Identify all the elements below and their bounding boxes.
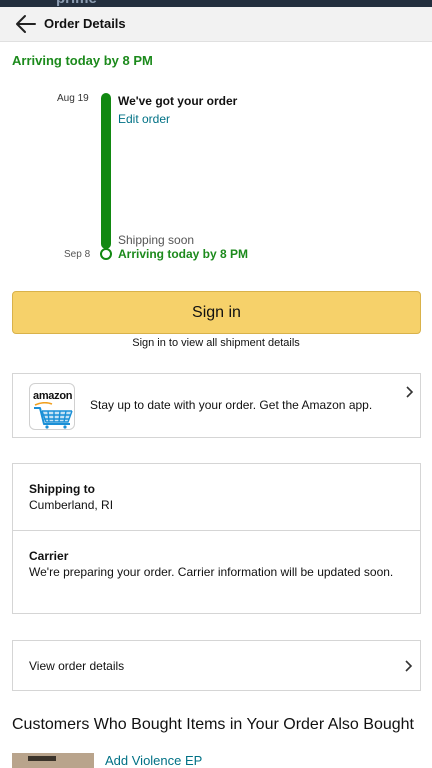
- shipping-to-value: Cumberland, RI: [29, 498, 114, 512]
- chevron-right-icon: [405, 385, 415, 399]
- tracker-start-label: We've got your order: [118, 94, 238, 108]
- product-title-link[interactable]: Add Violence EP: [105, 753, 202, 768]
- shipment-tracker: Aug 19 We've got your order Edit order S…: [0, 90, 432, 265]
- edit-order-link[interactable]: Edit order: [118, 112, 170, 126]
- tracker-end-label: Arriving today by 8 PM: [118, 247, 249, 261]
- progress-track-line: [101, 93, 111, 249]
- sign-in-button[interactable]: Sign in: [12, 291, 421, 334]
- back-arrow-icon[interactable]: [14, 13, 38, 35]
- view-order-details-row[interactable]: View order details: [12, 640, 421, 691]
- carrier-label: Carrier: [29, 549, 69, 563]
- product-thumbnail-art: [28, 756, 56, 761]
- prime-logo-fragment: prime: [56, 0, 97, 7]
- tracker-end-date: Sep 8: [64, 249, 91, 260]
- app-promo-card[interactable]: amazon Stay up to date with your order. …: [12, 373, 421, 438]
- shipping-info-card: Shipping to Cumberland, RI Carrier We're…: [12, 463, 421, 614]
- sign-in-note: Sign in to view all shipment details: [132, 337, 300, 349]
- chevron-right-icon: [404, 659, 414, 673]
- page-title: Order Details: [44, 16, 126, 31]
- top-status-bar: prime: [0, 0, 432, 7]
- delivery-headline: Arriving today by 8 PM: [12, 53, 153, 68]
- card-divider: [13, 530, 420, 531]
- shopping-cart-icon: [34, 402, 73, 429]
- carrier-value: We're preparing your order. Carrier info…: [29, 565, 394, 579]
- amazon-app-icon: amazon: [29, 383, 75, 430]
- app-header: Order Details: [0, 7, 432, 42]
- app-promo-text: Stay up to date with your order. Get the…: [90, 398, 373, 412]
- view-order-details-label: View order details: [29, 659, 125, 673]
- tracker-start-date: Aug 19: [57, 93, 89, 104]
- shipping-to-label: Shipping to: [29, 482, 95, 496]
- progress-end-dot: [100, 248, 112, 260]
- tracker-pending-label: Shipping soon: [118, 233, 195, 247]
- product-thumbnail[interactable]: [12, 753, 94, 768]
- amazon-wordmark: amazon: [33, 390, 73, 402]
- recommendations-heading: Customers Who Bought Items in Your Order…: [12, 716, 414, 733]
